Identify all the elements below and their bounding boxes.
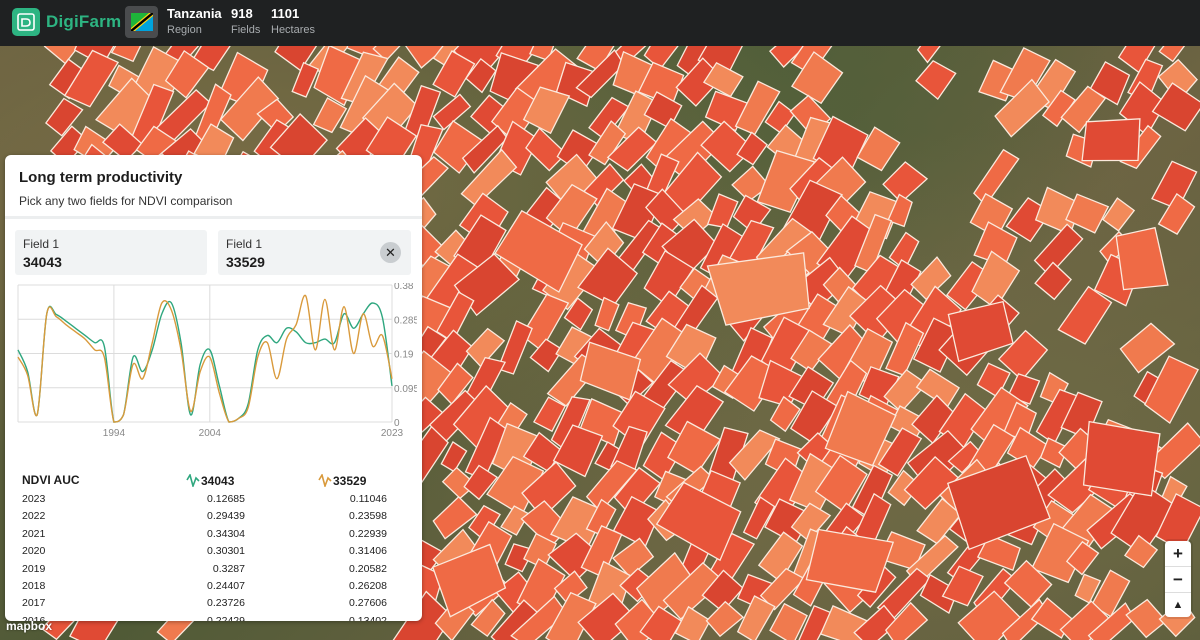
- row-value-a: 0.22429: [207, 614, 245, 621]
- row-value-a: 0.34304: [207, 527, 245, 540]
- field-polygon[interactable]: [1081, 118, 1141, 162]
- ndvi-chart[interactable]: 0.380.2850.190.09501994 2004 2023: [12, 283, 417, 443]
- row-value-a: 0.3287: [212, 562, 245, 575]
- map-zoom-control: + − ▲: [1165, 541, 1191, 617]
- fields-stat: 918 Fields: [231, 6, 260, 36]
- field-polygon[interactable]: [1057, 285, 1113, 345]
- field-b-value: 33529: [226, 254, 265, 270]
- field-polygon[interactable]: [1143, 355, 1199, 424]
- clear-field-button[interactable]: ✕: [380, 242, 401, 263]
- field-polygon[interactable]: [973, 148, 1020, 207]
- row-value-b: 0.13402: [349, 614, 387, 621]
- row-value-a: 0.30301: [207, 545, 245, 558]
- column-header-a: 34043: [186, 472, 235, 489]
- field-polygon[interactable]: [1082, 420, 1161, 497]
- panel-subtitle: Pick any two fields for NDVI comparison: [19, 194, 233, 208]
- row-value-a: 0.29439: [207, 510, 245, 523]
- zoom-out-button[interactable]: −: [1165, 567, 1191, 592]
- row-value-b: 0.22939: [349, 527, 387, 540]
- row-value-b: 0.27606: [349, 597, 387, 610]
- row-year: 2023: [22, 493, 46, 505]
- fields-label: Fields: [231, 24, 261, 36]
- top-bar: DigiFarm Tanzania Region 918 Fields 1101…: [0, 0, 1200, 46]
- row-year: 2018: [22, 579, 46, 592]
- column-header-b-text: 33529: [333, 474, 367, 488]
- row-value-b: 0.31406: [349, 545, 387, 558]
- field-polygon[interactable]: [1102, 197, 1136, 232]
- row-value-a: 0.24407: [207, 579, 245, 592]
- field-polygon[interactable]: [594, 296, 620, 332]
- productivity-panel: Long term productivity Pick any two fiel…: [5, 155, 422, 621]
- fields-value: 918: [231, 6, 253, 21]
- row-value-b: 0.11046: [349, 493, 387, 505]
- table-header-label: NDVI AUC: [22, 473, 80, 487]
- row-value-a: 0.23726: [207, 597, 245, 610]
- table-row: 2019 0.3287 0.20582: [22, 563, 402, 580]
- x-tick-label: 2023: [381, 428, 404, 439]
- compass-button[interactable]: ▲: [1165, 593, 1191, 618]
- field-a-card[interactable]: Field 1 34043: [15, 230, 207, 275]
- app-name: DigiFarm: [46, 12, 122, 31]
- y-tick-label: 0.095: [394, 384, 417, 395]
- table-row: 2022 0.29439 0.23598: [22, 510, 402, 527]
- row-year: 2021: [22, 527, 46, 540]
- y-tick-label: 0.19: [394, 350, 414, 361]
- region-stat: Tanzania Region: [167, 6, 222, 36]
- row-value-b: 0.20582: [349, 562, 387, 575]
- row-year: 2019: [22, 562, 46, 575]
- divider: [5, 216, 422, 219]
- table-row: 2021 0.34304 0.22939: [22, 528, 402, 545]
- field-a-label: Field 1: [23, 237, 60, 251]
- y-tick-label: 0.285: [394, 315, 417, 326]
- field-polygon[interactable]: [1115, 226, 1169, 291]
- row-value-b: 0.26208: [349, 579, 387, 592]
- hectares-stat: 1101 Hectares: [271, 6, 315, 36]
- table-row: 2017 0.23726 0.27606: [22, 597, 402, 614]
- series-a-icon: [186, 472, 200, 489]
- field-polygon[interactable]: [1034, 261, 1072, 301]
- table-row: 2023 0.12685 0.11046: [22, 493, 402, 510]
- hectares-label: Hectares: [271, 24, 316, 36]
- field-a-value: 34043: [23, 254, 62, 270]
- field-polygon[interactable]: [915, 59, 957, 101]
- hectares-value: 1101: [271, 6, 300, 21]
- row-year: 2022: [22, 510, 46, 523]
- row-value-a: 0.12685: [207, 493, 245, 505]
- x-tick-label: 1994: [103, 428, 126, 439]
- x-tick-label: 2004: [199, 428, 222, 439]
- table-row: 2016 0.22429 0.13402: [22, 615, 402, 621]
- row-year: 2020: [22, 545, 46, 558]
- row-value-b: 0.23598: [349, 510, 387, 523]
- y-tick-label: 0.38: [394, 283, 414, 292]
- region-label: Region: [167, 24, 202, 36]
- table-body: 2023 0.12685 0.11046 2022 0.29439 0.23598 2021…: [22, 493, 402, 621]
- ndvi-auc-table: NDVI AUC 34043 33529 2023 0.12685 0.11046 2…: [22, 469, 402, 621]
- mapbox-attribution[interactable]: mapbox: [6, 619, 52, 633]
- column-header-b: 33529: [318, 472, 367, 489]
- column-header-a-text: 34043: [201, 474, 235, 488]
- zoom-in-button[interactable]: +: [1165, 541, 1191, 566]
- field-polygon[interactable]: [882, 161, 929, 204]
- series-b-icon: [318, 472, 332, 489]
- table-row: 2018 0.24407 0.26208: [22, 580, 402, 597]
- field-polygon[interactable]: [706, 193, 739, 229]
- row-year: 2017: [22, 597, 46, 610]
- table-header: NDVI AUC 34043 33529: [22, 469, 402, 493]
- field-polygon[interactable]: [1151, 82, 1200, 132]
- tanzania-flag-icon[interactable]: [125, 6, 158, 38]
- digifarm-logo-icon: [12, 8, 40, 36]
- panel-title: Long term productivity: [19, 169, 183, 186]
- table-row: 2020 0.30301 0.31406: [22, 545, 402, 562]
- field-b-card[interactable]: Field 1 33529 ✕: [218, 230, 411, 275]
- field-b-label: Field 1: [226, 237, 263, 251]
- region-value: Tanzania: [167, 6, 222, 21]
- series-line-33529: [17, 294, 393, 423]
- field-polygon[interactable]: [432, 495, 478, 540]
